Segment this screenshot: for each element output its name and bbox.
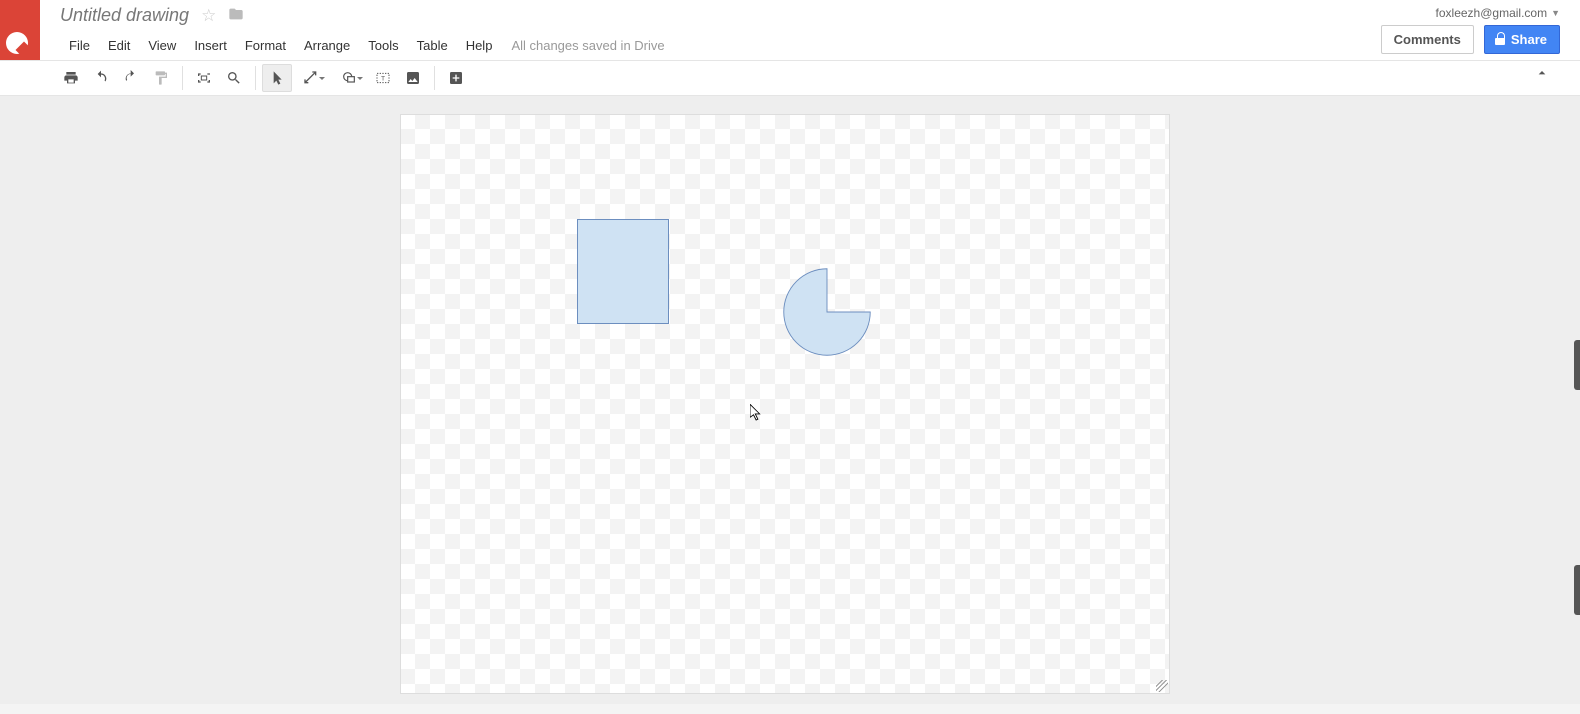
select-button[interactable]: [262, 64, 292, 92]
title-row: Untitled drawing ☆: [60, 0, 1381, 30]
menu-bar: File Edit View Insert Format Arrange Too…: [60, 30, 1381, 60]
menu-file[interactable]: File: [60, 34, 99, 57]
toolbar-separator: [182, 66, 183, 90]
undo-icon: [93, 70, 109, 86]
menu-edit[interactable]: Edit: [99, 34, 139, 57]
share-button-label: Share: [1511, 32, 1547, 47]
line-button[interactable]: [292, 64, 330, 92]
textbox-icon: T: [375, 70, 391, 86]
shape-icon: [341, 70, 357, 86]
app-header: Untitled drawing ☆ File Edit View Insert…: [0, 0, 1580, 60]
fit-button[interactable]: [189, 64, 219, 92]
plus-box-icon: [448, 70, 464, 86]
image-icon: [405, 70, 421, 86]
menu-help[interactable]: Help: [457, 34, 502, 57]
toolbar: T: [0, 60, 1580, 96]
paint-format-button[interactable]: [146, 64, 176, 92]
menu-table[interactable]: Table: [408, 34, 457, 57]
horizontal-scrollbar[interactable]: [0, 704, 1580, 714]
redo-icon: [123, 70, 139, 86]
shape-button[interactable]: [330, 64, 368, 92]
header-buttons: Comments Share: [1381, 25, 1560, 54]
save-status: All changes saved in Drive: [511, 38, 664, 53]
paint-format-icon: [153, 70, 169, 86]
star-icon[interactable]: ☆: [201, 7, 216, 24]
image-button[interactable]: [398, 64, 428, 92]
chevron-up-icon: [1534, 65, 1550, 81]
menu-format[interactable]: Format: [236, 34, 295, 57]
workspace[interactable]: [0, 96, 1580, 714]
rectangle-shape[interactable]: [577, 219, 669, 324]
insert-comment-button[interactable]: [441, 64, 471, 92]
drawings-logo-icon: [6, 32, 28, 54]
textbox-button[interactable]: T: [368, 64, 398, 92]
chevron-down-icon: ▼: [1551, 8, 1560, 18]
toolbar-separator: [434, 66, 435, 90]
folder-icon[interactable]: [228, 6, 244, 25]
side-panel-tab[interactable]: [1574, 565, 1580, 615]
zoom-icon: [226, 70, 242, 86]
document-title[interactable]: Untitled drawing: [60, 5, 189, 26]
menu-insert[interactable]: Insert: [185, 34, 236, 57]
undo-button[interactable]: [86, 64, 116, 92]
canvas-resize-handle[interactable]: [1156, 680, 1168, 692]
account-email-text: foxleezh@gmail.com: [1436, 6, 1548, 20]
side-panel-tab[interactable]: [1574, 340, 1580, 390]
menu-arrange[interactable]: Arrange: [295, 34, 359, 57]
svg-text:T: T: [381, 76, 385, 83]
print-icon: [63, 70, 79, 86]
drawing-canvas[interactable]: [400, 114, 1170, 694]
toolbar-separator: [255, 66, 256, 90]
share-button[interactable]: Share: [1484, 25, 1560, 54]
select-icon: [269, 70, 285, 86]
lock-icon: [1495, 35, 1505, 45]
zoom-button[interactable]: [219, 64, 249, 92]
header-right: foxleezh@gmail.com ▼ Comments Share: [1381, 0, 1580, 60]
app-logo[interactable]: [0, 0, 40, 60]
pie-shape[interactable]: [781, 266, 873, 358]
menu-view[interactable]: View: [139, 34, 185, 57]
menu-tools[interactable]: Tools: [359, 34, 407, 57]
account-email[interactable]: foxleezh@gmail.com ▼: [1436, 6, 1560, 20]
line-icon: [303, 70, 319, 86]
collapse-toolbar-button[interactable]: [1534, 65, 1550, 86]
fit-icon: [196, 70, 212, 86]
print-button[interactable]: [56, 64, 86, 92]
comments-button[interactable]: Comments: [1381, 25, 1474, 54]
redo-button[interactable]: [116, 64, 146, 92]
title-column: Untitled drawing ☆ File Edit View Insert…: [40, 0, 1381, 60]
